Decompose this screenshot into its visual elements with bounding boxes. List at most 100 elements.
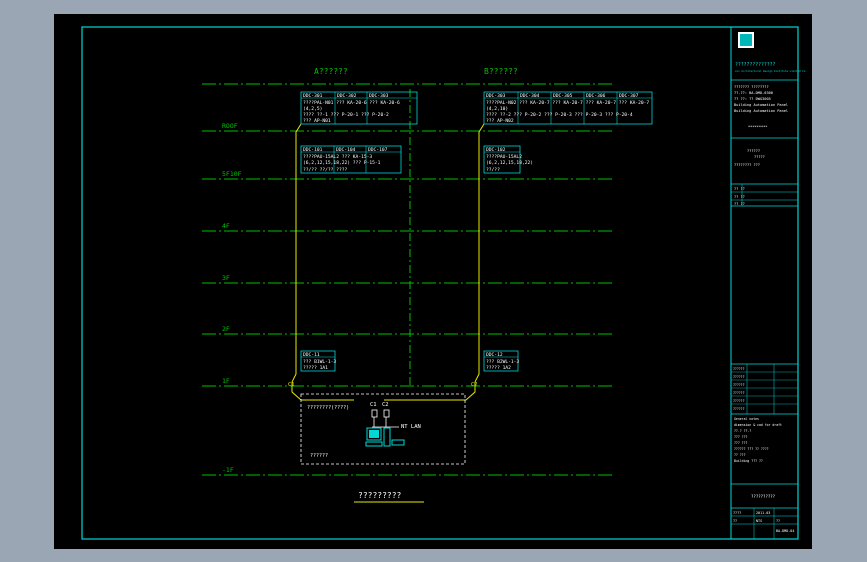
role-2: ?? ?? — [734, 195, 745, 199]
trunk-right — [474, 123, 485, 383]
panel-5f-a-cell-2: DDC-104 — [336, 147, 356, 153]
bus-tag-left: C1 — [288, 382, 295, 388]
project-line-1: ?????? — [747, 149, 760, 153]
trunk-left-down — [291, 382, 354, 401]
control-room-footer: ?????? — [310, 453, 328, 459]
panel-roof-b-cell-4: DDC-306 — [586, 93, 606, 99]
panel-roof-a-cell-2: DDC-302 — [337, 93, 357, 99]
panel-roof-b-row-2: (4,2,10) — [486, 106, 508, 112]
panel-1f-a-cell: DDC-11 — [303, 352, 320, 358]
panel-roof-b-row-3: ???? ??-2 ??? P-20-2 ??? P-20-3 ??? P-20… — [486, 112, 633, 118]
sheet-no: ?? — [776, 519, 780, 523]
drawing-sheet: A?????? B?????? ROOF 5F10F 4F 3F 2F 1F -… — [54, 14, 812, 549]
floor-label-2f: 2F — [222, 325, 230, 333]
meta-line-4: Building Automation Panel — [734, 103, 788, 107]
panel-roof-b-cell-1: DDC-303 — [486, 93, 506, 99]
floor-lines — [202, 83, 614, 476]
role-1: ?? ?? — [734, 187, 745, 191]
company-name: ?????????????? — [735, 62, 776, 68]
sub-label: ???????? ??? — [734, 163, 760, 167]
panel-1f-b: DDC-12 ??? B2WL-1-3 ????? 1A2 — [483, 350, 519, 372]
panel-roof-b: DDC-303 DDC-304 DDC-305 DDC-306 DDC-307 … — [483, 91, 653, 125]
panel-1f-b-row-2: ????? 1A2 — [486, 365, 511, 371]
sign-row-4: ?????? — [733, 391, 745, 395]
column-header-a: A?????? — [314, 67, 348, 76]
panel-roof-a-cell-1: DDC-301 — [303, 93, 323, 99]
panel-5f-a: DDC-101 DDC-104 DDC-107 ????PAU-15AL2 ??… — [300, 145, 402, 174]
panel-5f-b-cell-1: DDC-102 — [486, 147, 506, 153]
control-room-bus-1: C1 — [370, 402, 377, 408]
panel-roof-a-row-2: (4,2,5) — [303, 106, 322, 112]
panel-5f-b: DDC-102 ????PAU-15AL2 (6,2,12,15,18,22) … — [483, 145, 533, 174]
meta-line-5: Building Automation Panel — [734, 109, 788, 113]
stamp-line-7: ?? ??? — [734, 453, 746, 457]
panel-5f-b-row-3: ??/?? — [486, 167, 500, 173]
stamp-line-8: Building ??? ?? — [734, 459, 763, 463]
column-header-b: B?????? — [484, 67, 518, 76]
drawing-title: ????????? — [358, 491, 402, 500]
meta-line-1: ??????? ???????? — [734, 85, 769, 89]
control-room-title: ????????(????) — [307, 405, 349, 411]
scale-label: ?? — [733, 519, 737, 523]
floor-label-4f: 4F — [222, 222, 230, 230]
panel-5f-a-row-1: ????PAU-15AL2 ??? KA-15-3 — [303, 154, 372, 160]
project-no: ********* — [748, 125, 767, 129]
trunk-right-down — [384, 382, 476, 401]
sheet-title: ?????????? — [751, 494, 776, 499]
company-name-en: xxx Architectural Design Institute Limit… — [735, 69, 807, 73]
control-room-bus-2: C2 — [382, 402, 389, 408]
panel-5f-a-cell-3: DDC-107 — [368, 147, 388, 153]
panel-roof-a-row-1: ????PAL-N01 ??? KA-20-6 ??? KA-20-6 — [303, 100, 400, 106]
panel-roof-a-row-3: ???? ??-1 ??? P-20-1 ??? P-20-2 — [303, 112, 389, 118]
title-block: ?????????????? xxx Architectural Design … — [731, 32, 807, 539]
stamp-line-2: dimension & cad for draft — [734, 423, 782, 427]
panel-roof-b-row-1: ????PAL-N02 ??? KA-20-7 ??? KA-20-7 ??? … — [486, 100, 649, 106]
sign-row-1: ?????? — [733, 367, 745, 371]
stamp-line-4: ??? ??? — [734, 435, 748, 439]
panel-5f-a-row-2: (6,2,12,15,18,22) ??? P-15-1 — [303, 160, 381, 166]
panel-roof-b-cell-3: DDC-305 — [553, 93, 573, 99]
panel-roof-a-cell-3: DDC-303 — [369, 93, 389, 99]
panel-1f-a-row-2: ????? 1A1 — [303, 365, 328, 371]
floor-label-roof: ROOF — [222, 122, 238, 130]
sign-row-3: ?????? — [733, 383, 745, 387]
floor-label-1f: 1F — [222, 377, 230, 385]
sign-row-6: ?????? — [733, 407, 745, 411]
stamp-line-3: ??.? ??.? — [734, 429, 751, 433]
panel-1f-b-cell: DDC-12 — [486, 352, 503, 358]
drawing-no: 2011-03 — [756, 511, 770, 515]
floor-label-b1: -1F — [222, 466, 234, 474]
sign-row-2: ?????? — [733, 375, 745, 379]
stamp-line-1: General notes — [734, 417, 759, 421]
bus-tag-right: C2 — [471, 382, 478, 388]
floor-label-3f: 3F — [222, 274, 230, 282]
cad-drawing: A?????? B?????? ROOF 5F10F 4F 3F 2F 1F -… — [81, 26, 807, 540]
panel-roof-b-cell-5: DDC-307 — [619, 93, 639, 99]
project-line-2: ????? — [754, 155, 765, 159]
workstation-icon — [365, 427, 405, 447]
meta-line-3: ?? ??: ?? DWG3005 — [734, 97, 771, 101]
panel-roof-a-row-4: ??? AP-N01 — [303, 118, 331, 124]
page-id: BA-DMD-04 — [776, 529, 794, 533]
panel-5f-a-row-3: ??/?? ??/?? ???? — [303, 167, 347, 173]
meta-line-2: ??.??: BA-DMD-0300 — [734, 91, 773, 95]
stamp-line-5: ??? ??? — [734, 441, 748, 445]
floor-label-5f10f: 5F10F — [222, 170, 242, 178]
panel-1f-a: DDC-11 ??? B1WL-1-3 ????? 1A1 — [300, 350, 336, 372]
stamp-line-6: ?????? ??? ?? ???? — [734, 447, 769, 451]
scale-value: NTS — [756, 519, 762, 523]
panel-5f-b-row-1: ????PAU-15AL2 — [486, 154, 522, 160]
panel-1f-a-row-1: ??? B1WL-1-3 — [303, 359, 336, 365]
bus-connector-1 — [371, 409, 378, 418]
control-room: ????????(????) C1 C2 NT LAN ?????? — [300, 393, 466, 465]
drawing-no-label: ???? — [733, 511, 741, 515]
panel-roof-b-cell-2: DDC-304 — [520, 93, 540, 99]
network-label: NT LAN — [401, 424, 421, 430]
trunk-left — [291, 123, 302, 383]
panel-1f-b-row-1: ??? B2WL-1-3 — [486, 359, 519, 365]
stage-label: ?? ?? — [734, 202, 745, 206]
panel-roof-b-row-4: ??? AP-N02 — [486, 118, 514, 124]
sign-row-5: ?????? — [733, 399, 745, 403]
panel-5f-b-row-2: (6,2,12,15,18,22) — [486, 160, 533, 166]
panel-roof-a: DDC-301 DDC-302 DDC-303 ????PAL-N01 ??? … — [300, 91, 418, 125]
